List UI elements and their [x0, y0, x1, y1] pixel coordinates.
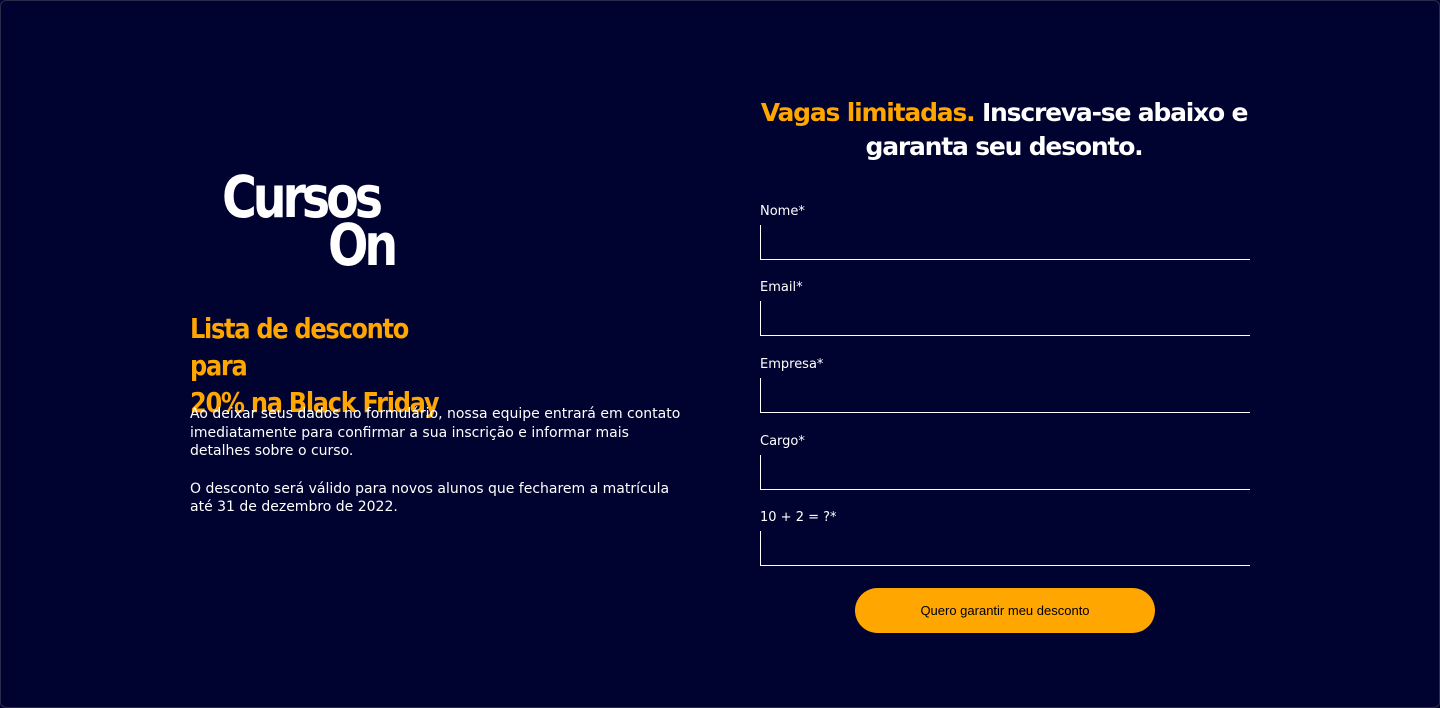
name-field: Nome* [760, 204, 1250, 260]
email-label: Email* [760, 280, 803, 295]
description-paragraph-2: O desconto será válido para novos alunos… [190, 480, 670, 516]
captcha-field: 10 + 2 = ?* [760, 510, 1250, 566]
promo-description: Ao deixar seus dados no formulário, noss… [190, 405, 690, 536]
captcha-input[interactable] [760, 531, 1250, 566]
company-label: Empresa* [760, 357, 824, 372]
logo-line-2: On [328, 211, 398, 279]
form-title: Vagas limitadas. Inscreva-se abaixo e ga… [756, 96, 1252, 164]
headline-line-1: Lista de desconto para [190, 312, 409, 382]
job-title-field: Cargo* [760, 434, 1250, 490]
company-input[interactable] [760, 378, 1250, 413]
name-label: Nome* [760, 204, 805, 219]
captcha-label: 10 + 2 = ?* [760, 510, 837, 525]
form-title-accent: Vagas limitadas. [760, 98, 976, 127]
email-field: Email* [760, 280, 1250, 336]
cursos-on-logo: Cursos On [222, 164, 398, 279]
job-title-input[interactable] [760, 455, 1250, 490]
submit-button[interactable]: Quero garantir meu desconto [855, 588, 1155, 633]
email-input[interactable] [760, 301, 1250, 336]
name-input[interactable] [760, 225, 1250, 260]
company-field: Empresa* [760, 357, 1250, 413]
description-paragraph-1: Ao deixar seus dados no formulário, noss… [190, 406, 681, 459]
job-title-label: Cargo* [760, 434, 805, 449]
